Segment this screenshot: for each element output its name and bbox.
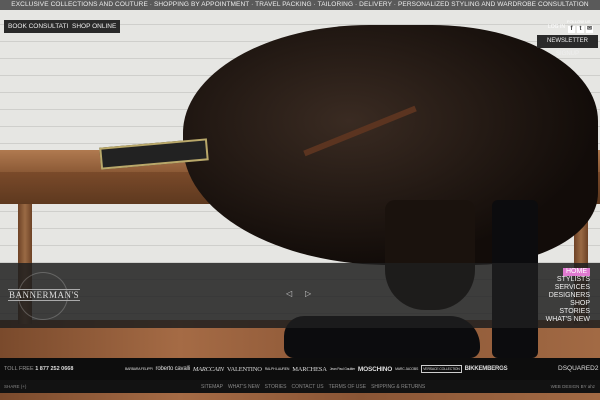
brand[interactable]: MARCCAIN bbox=[193, 366, 224, 373]
newsletter-signup-button[interactable]: NEWSLETTER SIGNUP bbox=[537, 35, 598, 57]
nav-services[interactable]: SERVICES bbox=[546, 284, 590, 292]
follow-label: FOLLOW US bbox=[567, 19, 591, 24]
services-bar: EXCLUSIVE COLLECTIONS AND COUTURE · SHOP… bbox=[0, 0, 600, 10]
logo[interactable]: BANNERMAN'S bbox=[8, 289, 81, 301]
main-nav: HOME STYLISTS SERVICES DESIGNERS SHOP ST… bbox=[546, 268, 590, 324]
nav-whats-new[interactable]: WHAT'S NEW bbox=[546, 316, 590, 324]
brand-list: BARBARA FELIPPI roberto cavalli MARCCAIN… bbox=[125, 363, 508, 375]
brand[interactable]: VALENTINO bbox=[227, 366, 262, 373]
nav-designers[interactable]: DESIGNERS bbox=[546, 292, 590, 300]
shop-online-button[interactable]: SHOP ONLINE bbox=[68, 20, 121, 33]
toll-label: TOLL FREE bbox=[4, 366, 34, 372]
footer-link-contact[interactable]: CONTACT US bbox=[292, 384, 324, 390]
nav-shop[interactable]: SHOP bbox=[546, 300, 590, 308]
nav-stylists[interactable]: STYLISTS bbox=[546, 276, 590, 284]
twitter-icon[interactable]: t bbox=[577, 26, 584, 33]
web-design-credit[interactable]: WEB DESIGN BY ahz bbox=[551, 384, 595, 389]
brand[interactable]: BIKKEMBERGS bbox=[465, 366, 508, 372]
toll-number: 1 877 252 0668 bbox=[35, 366, 74, 372]
footer-link-whats-new[interactable]: WHAT'S NEW bbox=[228, 384, 260, 390]
brand[interactable]: BARBARA FELIPPI bbox=[125, 367, 153, 371]
footer-links: SITEMAP WHAT'S NEW STORIES CONTACT US TE… bbox=[201, 384, 425, 390]
login-link[interactable]: LOG IN bbox=[548, 24, 565, 30]
toll-free: TOLL FREE 1 877 252 0668 bbox=[4, 366, 73, 372]
facebook-icon[interactable]: f bbox=[568, 26, 575, 33]
share-link[interactable]: SHARE (+) bbox=[4, 384, 26, 389]
nav-stories[interactable]: STORIES bbox=[546, 308, 590, 316]
footer-link-stories[interactable]: STORIES bbox=[265, 384, 287, 390]
nav-home[interactable]: HOME bbox=[563, 268, 590, 276]
email-icon[interactable]: ✉ bbox=[586, 26, 593, 33]
brand[interactable]: MARC JACOBS bbox=[395, 367, 418, 371]
footer-link-terms[interactable]: TERMS OF USE bbox=[329, 384, 367, 390]
brand[interactable]: Jean Paul Gaultier bbox=[330, 367, 355, 371]
next-arrow-icon[interactable]: ▷ bbox=[305, 289, 311, 298]
footer-link-sitemap[interactable]: SITEMAP bbox=[201, 384, 223, 390]
brand[interactable]: MOSCHINO bbox=[358, 366, 392, 373]
prev-arrow-icon[interactable]: ◁ bbox=[286, 289, 292, 298]
footer-link-shipping[interactable]: SHIPPING & RETURNS bbox=[371, 384, 425, 390]
brand[interactable]: DSQUARED2 bbox=[556, 365, 599, 372]
brand[interactable]: RALPH LAUREN bbox=[265, 367, 290, 371]
brand[interactable]: roberto cavalli bbox=[156, 366, 191, 372]
brand[interactable]: MARCHESA bbox=[292, 366, 327, 373]
nav-band bbox=[0, 263, 600, 328]
brand[interactable]: VERSACE COLLECTION bbox=[421, 365, 462, 373]
